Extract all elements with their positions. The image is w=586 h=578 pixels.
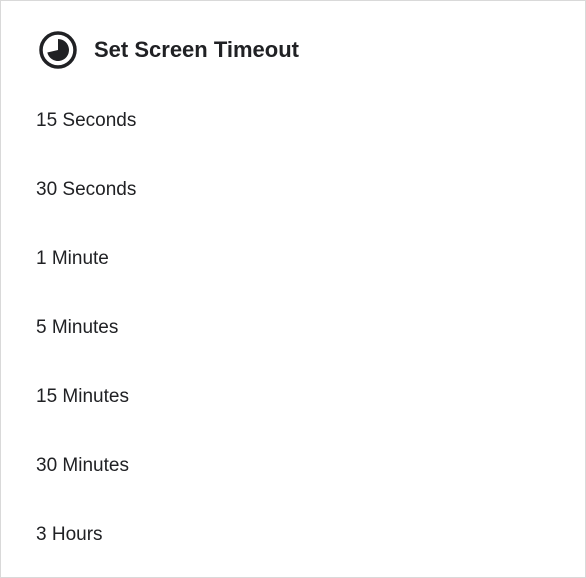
option-15-minutes[interactable]: 15 Minutes xyxy=(1,362,585,431)
option-3-hours[interactable]: 3 Hours xyxy=(1,500,585,569)
option-30-minutes[interactable]: 30 Minutes xyxy=(1,431,585,500)
option-1-minute[interactable]: 1 Minute xyxy=(1,224,585,293)
option-5-minutes[interactable]: 5 Minutes xyxy=(1,293,585,362)
option-15-seconds[interactable]: 15 Seconds xyxy=(1,86,585,155)
dialog-header: Set Screen Timeout xyxy=(38,30,299,70)
dialog-title: Set Screen Timeout xyxy=(94,37,299,62)
option-30-seconds[interactable]: 30 Seconds xyxy=(1,155,585,224)
screen-timeout-dialog: Set Screen Timeout 15 Seconds 30 Seconds… xyxy=(0,0,586,578)
timeout-options-list: 15 Seconds 30 Seconds 1 Minute 5 Minutes… xyxy=(1,86,585,569)
timer-icon xyxy=(38,30,78,70)
